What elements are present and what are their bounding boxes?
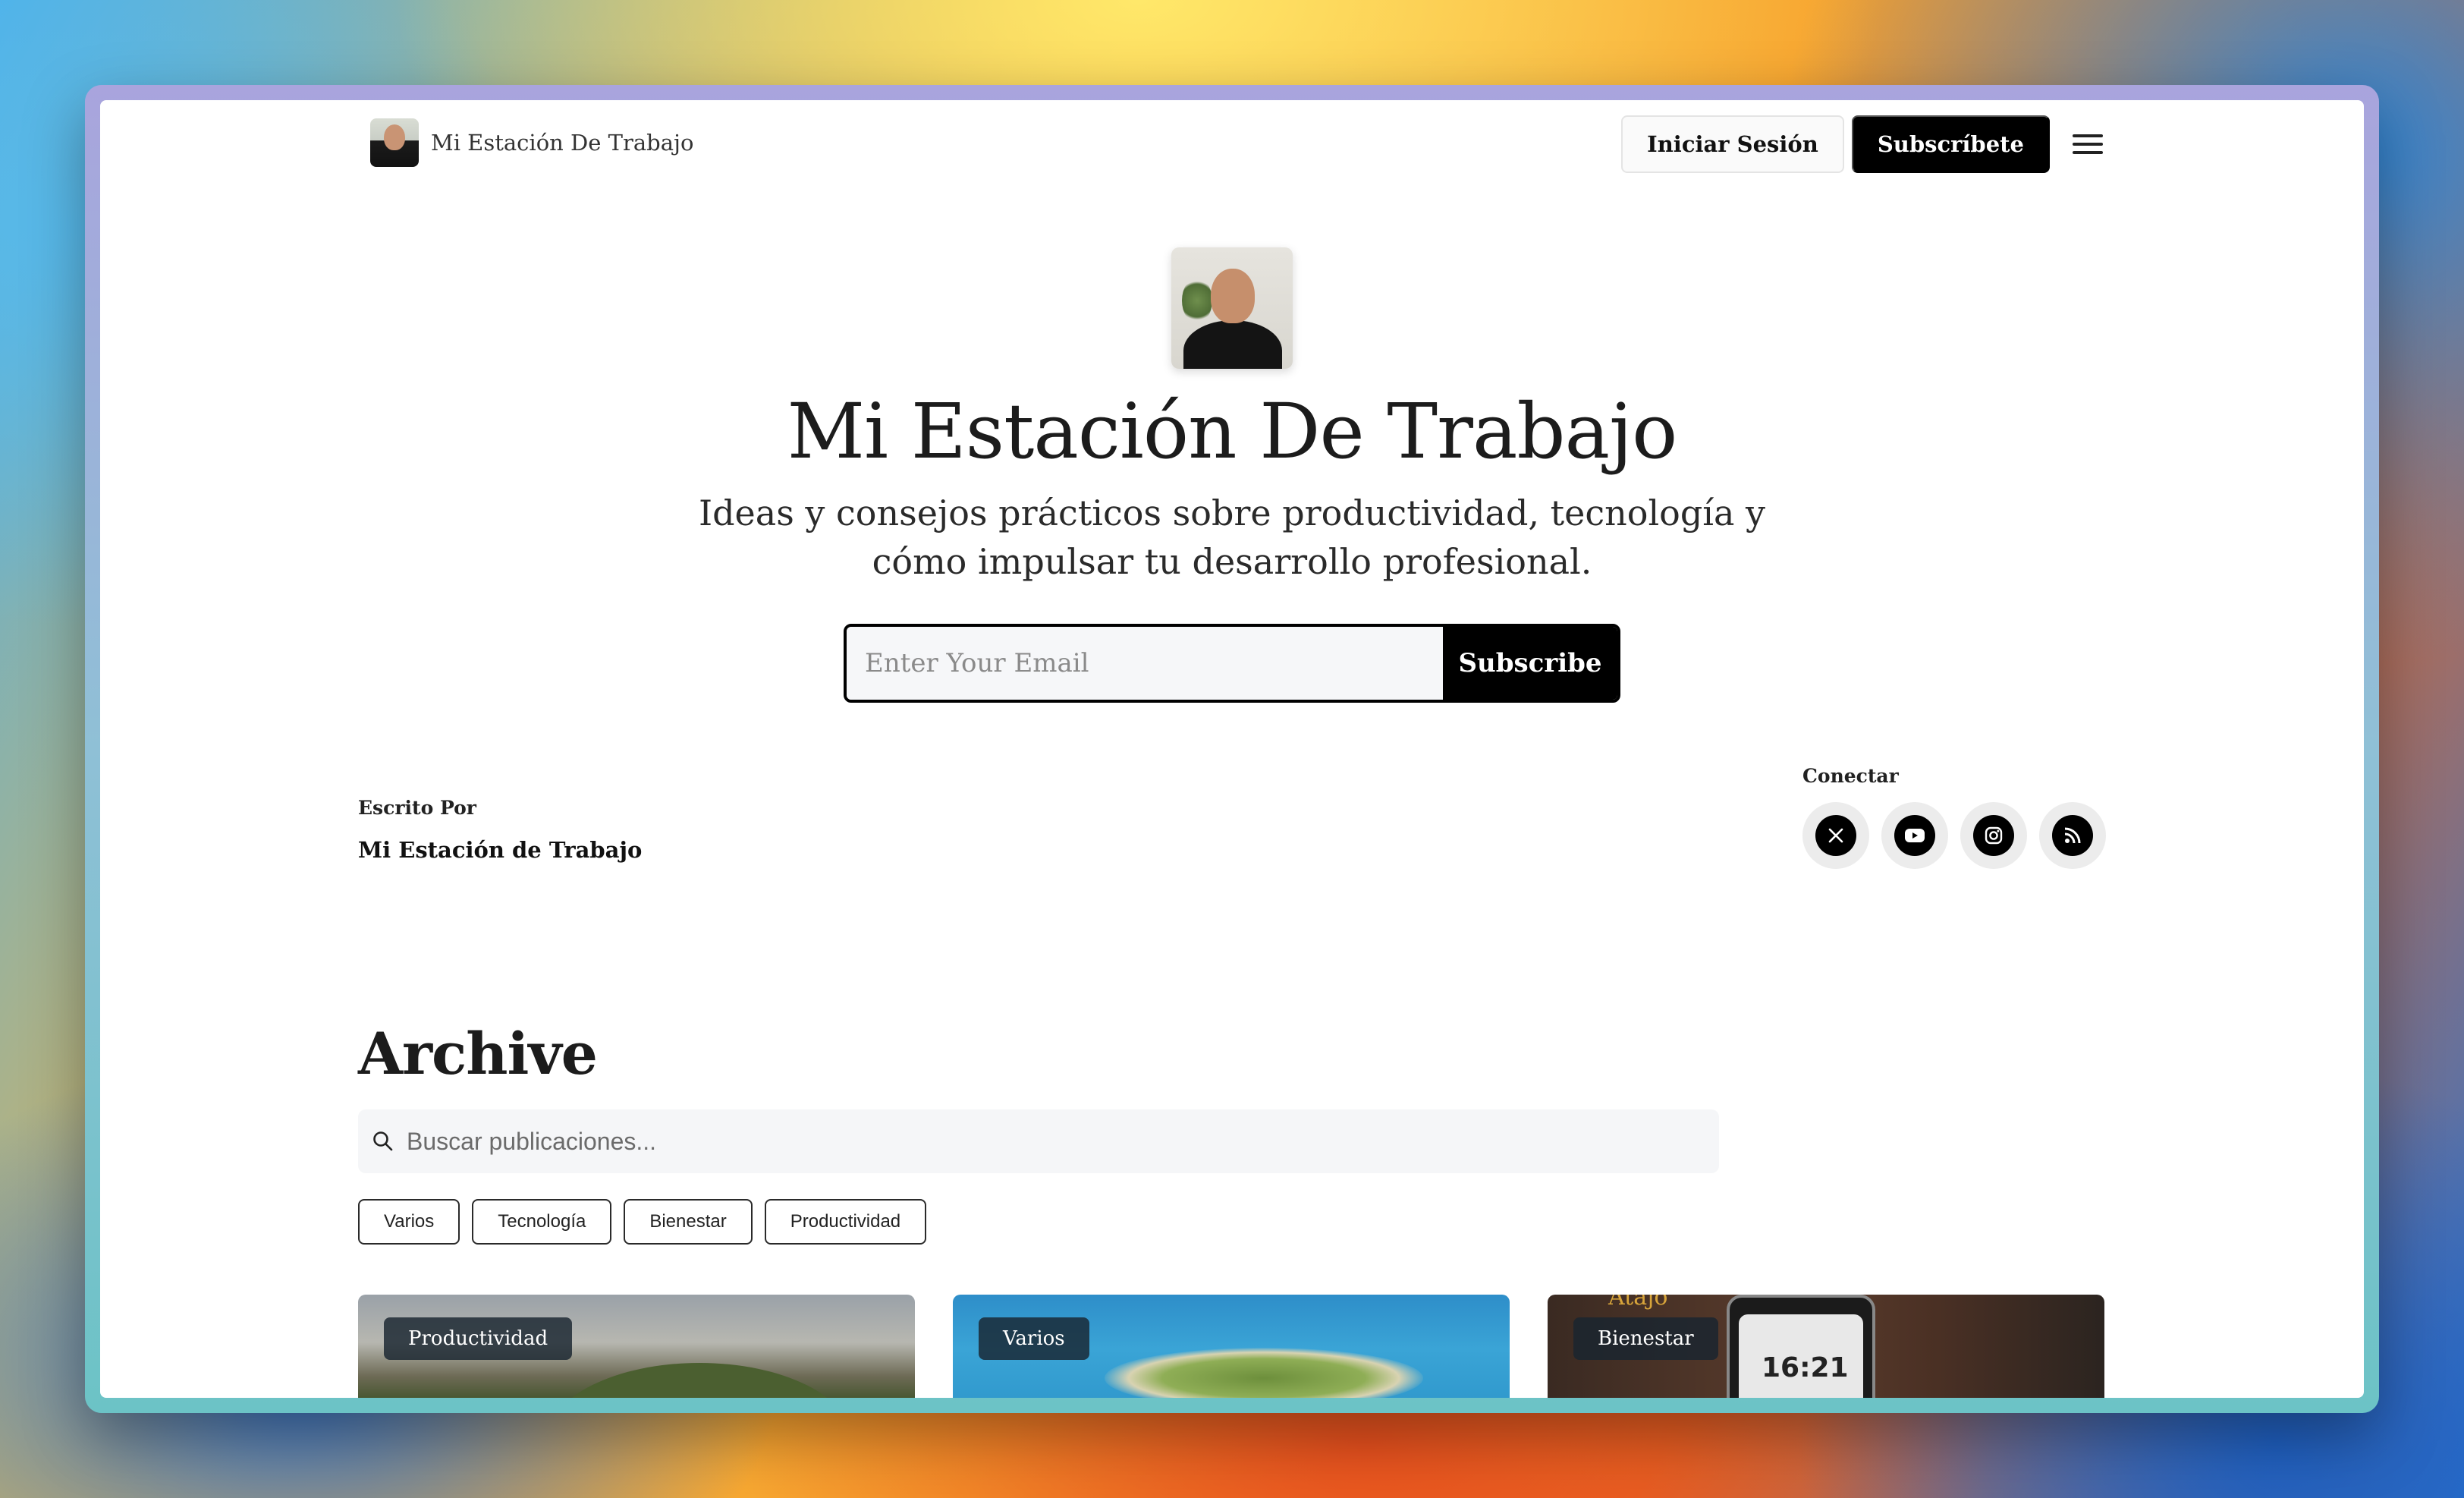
hero-title: Mi Estación De Trabajo <box>787 387 1678 476</box>
card-tag: Varios <box>979 1317 1089 1360</box>
hero-subtitle-line-1: Ideas y consejos prácticos sobre product… <box>698 493 1766 533</box>
hero-subtitle-line-2: cómo impulsar tu desarrollo profesional. <box>872 541 1592 582</box>
card-tag: Bienestar <box>1573 1317 1718 1360</box>
post-card[interactable]: Varios <box>953 1295 1510 1398</box>
connect-block: Conectar <box>1802 765 2106 869</box>
search-input[interactable] <box>407 1127 1719 1156</box>
author-label: Escrito Por <box>358 797 476 819</box>
login-button[interactable]: Iniciar Sesión <box>1621 115 1844 173</box>
card-image-clock: 16:21 <box>1762 1352 1849 1383</box>
brand-name: Mi Estación De Trabajo <box>431 130 694 156</box>
card-image-caption: Atajo <box>1608 1295 1668 1311</box>
filter-bienestar[interactable]: Bienestar <box>624 1199 753 1245</box>
hamburger-menu-icon[interactable] <box>2073 131 2103 157</box>
author-block: Escrito Por Mi Estación de Trabajo <box>358 797 642 863</box>
post-cards: Productividad Varios 16:21 Atajo Bienest… <box>358 1295 2104 1398</box>
brand-avatar <box>370 118 419 167</box>
rss-icon[interactable] <box>2039 802 2106 869</box>
top-navigation: Mi Estación De Trabajo Iniciar Sesión Su… <box>100 100 2364 184</box>
author-name[interactable]: Mi Estación de Trabajo <box>358 837 642 863</box>
post-card[interactable]: 16:21 Atajo Bienestar <box>1548 1295 2104 1398</box>
post-card[interactable]: Productividad <box>358 1295 915 1398</box>
card-tag: Productividad <box>384 1317 573 1360</box>
connect-label: Conectar <box>1802 765 1899 787</box>
search-icon <box>373 1131 393 1151</box>
card-image-phone: 16:21 <box>1727 1295 1875 1398</box>
subscribe-form: Subscribe <box>844 624 1620 703</box>
card-image-island <box>1105 1348 1423 1398</box>
filter-productividad[interactable]: Productividad <box>764 1199 927 1245</box>
archive-search <box>358 1109 1719 1173</box>
hero-avatar <box>1171 247 1293 369</box>
social-links <box>1802 802 2106 869</box>
page: Mi Estación De Trabajo Iniciar Sesión Su… <box>100 100 2364 1398</box>
card-image-mountain <box>548 1363 851 1398</box>
subscribe-button[interactable]: Subscribe <box>1443 627 1617 700</box>
filter-varios[interactable]: Varios <box>358 1199 460 1245</box>
hero-subtitle: Ideas y consejos prácticos sobre product… <box>100 489 2364 586</box>
youtube-icon[interactable] <box>1881 802 1948 869</box>
nav-actions: Iniciar Sesión Subscríbete <box>1621 115 2103 173</box>
instagram-icon[interactable] <box>1960 802 2027 869</box>
brand-link[interactable]: Mi Estación De Trabajo <box>370 118 694 167</box>
archive-title: Archive <box>358 1020 598 1087</box>
filter-tecnologia[interactable]: Tecnología <box>472 1199 612 1245</box>
subscribe-nav-button[interactable]: Subscríbete <box>1851 115 2050 173</box>
email-input[interactable] <box>847 627 1443 700</box>
category-filters: Varios Tecnología Bienestar Productivida… <box>358 1199 927 1245</box>
x-icon[interactable] <box>1802 802 1869 869</box>
